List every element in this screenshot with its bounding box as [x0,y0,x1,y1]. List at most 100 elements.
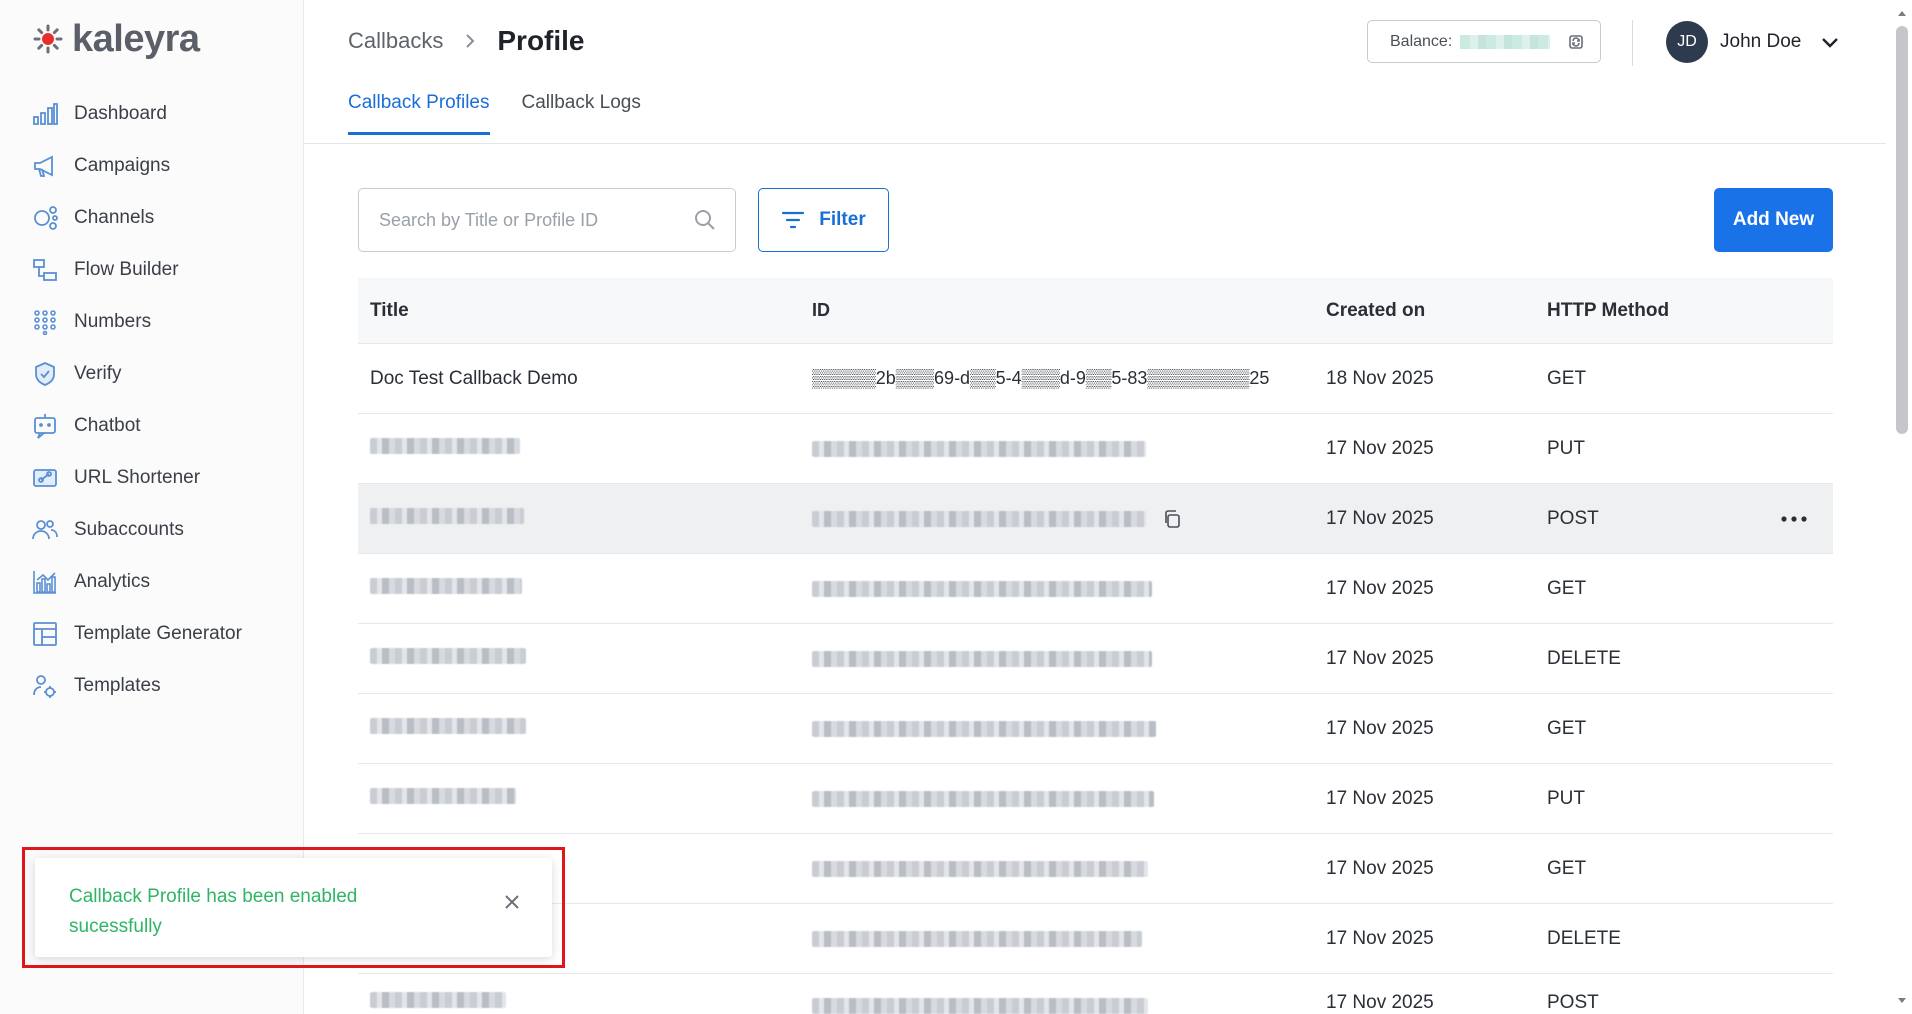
row-actions [1755,514,1833,524]
row-http-method: DELETE [1547,927,1621,949]
chevron-down-icon[interactable] [1819,31,1841,53]
row-created-on: 17 Nov 2025 [1326,437,1434,459]
sidebar-item-url-shortener[interactable]: URL Shortener [30,452,290,504]
search-input[interactable] [379,209,693,231]
column-header-created-on[interactable]: Created on [1314,300,1535,322]
table-header: Title ID Created on HTTP Method [358,278,1833,344]
analytics-icon [30,567,60,597]
brand-name: kaleyra [72,17,200,60]
sidebar-item-channels[interactable]: Channels [30,192,290,244]
sidebar-item-dashboard[interactable]: Dashboard [30,88,290,140]
column-header-http-method[interactable]: HTTP Method [1535,300,1755,322]
table-row[interactable]: Doc Test Callback Demo ▒▒▒▒▒2b▒▒▒69-d▒▒5… [358,344,1833,414]
sidebar-item-analytics[interactable]: Analytics [30,556,290,608]
kaleyra-logo-icon [33,24,63,54]
sidebar-item-template-generator[interactable]: Template Generator [30,608,290,660]
row-http-method: GET [1547,367,1587,389]
toast-message: Callback Profile has been enabled sucess… [69,886,358,937]
breadcrumb: Callbacks Profile [348,22,585,60]
dashboard-icon [30,99,60,129]
row-created-on: 17 Nov 2025 [1326,857,1434,879]
row-title-redacted [358,787,800,810]
sidebar-item-label: Analytics [74,571,151,592]
sidebar-item-label: Chatbot [74,415,141,436]
header-divider [1632,20,1633,66]
row-created-on: 17 Nov 2025 [1326,717,1434,739]
row-id: ▒▒▒▒▒2b▒▒▒69-d▒▒5-4▒▒▒d-9▒▒5-83▒▒▒▒▒▒▒▒2… [812,368,1270,388]
sidebar-item-label: Numbers [74,311,152,332]
filter-button[interactable]: Filter [758,188,889,252]
more-options-icon[interactable] [1779,514,1809,524]
table-row[interactable]: 17 Nov 2025 GET [358,694,1833,764]
sidebar-item-label: Verify [74,363,122,384]
column-header-id[interactable]: ID [800,300,1314,321]
row-id-redacted [800,440,1314,457]
sidebar-item-label: Dashboard [74,103,167,124]
table-row[interactable]: 17 Nov 2025 DELETE [358,624,1833,694]
row-title-redacted [358,992,800,1014]
template-generator-icon [30,619,60,649]
page-title: Profile [497,25,585,56]
scroll-up-arrow-icon[interactable] [1896,8,1908,20]
filter-button-label: Filter [819,209,866,230]
user-menu[interactable]: JD John Doe [1666,20,1841,64]
scroll-down-arrow-icon[interactable] [1896,994,1908,1006]
table-row[interactable]: 17 Nov 2025 PUT [358,414,1833,484]
row-title: Doc Test Callback Demo [370,367,578,389]
breadcrumb-callbacks[interactable]: Callbacks [348,28,443,54]
sidebar-nav: Dashboard Campaigns Channels Flow Builde… [30,88,290,712]
row-created-on: 17 Nov 2025 [1326,577,1434,599]
refresh-icon[interactable] [1566,32,1586,52]
sidebar-item-chatbot[interactable]: Chatbot [30,400,290,452]
add-new-button[interactable]: Add New [1714,188,1833,252]
sidebar-item-label: Channels [74,207,155,228]
row-title-redacted [358,647,800,670]
balance-widget: Balance: [1367,20,1601,63]
table-row[interactable]: 17 Nov 2025 POST [358,974,1833,1014]
row-title-redacted [358,437,800,460]
table-row[interactable]: 17 Nov 2025 PUT [358,764,1833,834]
sidebar-item-flow-builder[interactable]: Flow Builder [30,244,290,296]
row-id-redacted [800,860,1314,877]
users-icon [30,515,60,545]
scrollbar-thumb[interactable] [1896,26,1908,434]
user-name: John Doe [1720,31,1802,52]
table-row[interactable]: 17 Nov 2025 POST [358,484,1833,554]
row-http-method: DELETE [1547,647,1621,669]
sidebar-item-templates[interactable]: Templates [30,660,290,712]
row-id-redacted [800,790,1314,807]
table-row[interactable]: 17 Nov 2025 GET [358,834,1833,904]
row-http-method: PUT [1547,787,1585,809]
sidebar-item-numbers[interactable]: Numbers [30,296,290,348]
row-created-on: 17 Nov 2025 [1326,787,1434,809]
flow-builder-icon [30,255,60,285]
copy-icon[interactable] [1162,509,1182,529]
megaphone-icon [30,151,60,181]
tab-callback-logs[interactable]: Callback Logs [522,92,641,135]
row-http-method: GET [1547,577,1587,599]
column-header-title[interactable]: Title [358,300,800,322]
sidebar-item-subaccounts[interactable]: Subaccounts [30,504,290,556]
sidebar-item-campaigns[interactable]: Campaigns [30,140,290,192]
sidebar-item-label: Subaccounts [74,519,184,540]
row-id-redacted [800,650,1314,667]
page-header: Callbacks Profile Callback Profiles Call… [304,0,1886,144]
table-row[interactable]: 17 Nov 2025 GET [358,554,1833,624]
sidebar-item-label: Flow Builder [74,259,179,280]
row-created-on: 17 Nov 2025 [1326,507,1434,529]
search-icon[interactable] [693,208,717,232]
sidebar-item-verify[interactable]: Verify [30,348,290,400]
row-title-redacted [358,577,800,600]
table-row[interactable]: 17 Nov 2025 DELETE [358,904,1833,974]
callback-profiles-table: Title ID Created on HTTP Method Doc Test… [358,278,1833,1014]
close-icon[interactable] [503,893,521,911]
tab-callback-profiles[interactable]: Callback Profiles [348,92,490,135]
logo[interactable]: kaleyra [32,18,200,60]
tab-bar: Callback Profiles Callback Logs [348,92,641,135]
link-icon [30,463,60,493]
row-http-method: GET [1547,857,1587,879]
row-id-redacted [800,509,1314,529]
channels-icon [30,203,60,233]
row-created-on: 17 Nov 2025 [1326,647,1434,669]
sidebar-item-label: Templates [74,675,161,696]
